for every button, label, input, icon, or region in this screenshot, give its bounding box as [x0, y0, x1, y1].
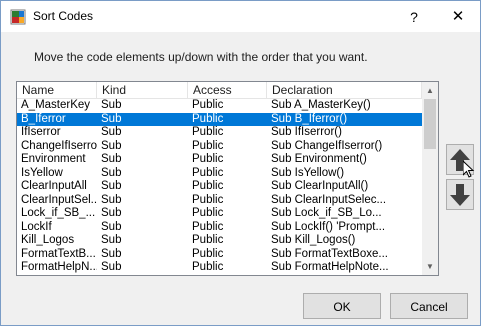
- table-row[interactable]: Kill_Logos Sub Public Sub Kill_Logos(): [17, 234, 422, 247]
- table-row[interactable]: ClearInputAll Sub Public Sub ClearInputAll(…: [17, 180, 422, 193]
- table-cell: Public: [192, 166, 224, 179]
- move-down-button[interactable]: [446, 179, 474, 210]
- window-title: Sort Codes: [33, 9, 94, 23]
- table-cell: Sub: [101, 234, 122, 246]
- list-rows: A_MasterKey Sub Public Sub A_MasterKey() B_I…: [17, 99, 422, 275]
- table-cell: Sub: [101, 180, 122, 192]
- table-cell: Public: [192, 126, 224, 138]
- table-row[interactable]: ChangeIfIserror Sub Public Sub ChangeIfIser…: [17, 140, 422, 153]
- table-cell: A_MasterKey: [21, 99, 91, 111]
- table-cell: Sub Environment(): [271, 153, 367, 165]
- table-cell: Public: [192, 234, 224, 246]
- table-cell: Lock_if_SB_...: [21, 207, 96, 219]
- table-row[interactable]: IsYellow Sub Public Sub IsYellow(): [17, 167, 422, 180]
- table-cell: Public: [192, 261, 224, 273]
- table-cell: Public: [192, 220, 224, 233]
- table-cell: Sub FormatHelpNote...: [271, 261, 389, 273]
- table-cell: Sub: [101, 153, 122, 165]
- table-cell: Sub: [101, 220, 122, 233]
- table-cell: IsYellow: [21, 166, 63, 179]
- table-row[interactable]: IfIserror Sub Public Sub IfIserror(): [17, 126, 422, 139]
- table-row[interactable]: B_Iferror Sub Public Sub B_Iferror(): [17, 112, 422, 126]
- table-cell: LockIf: [21, 220, 52, 233]
- table-cell: Public: [192, 180, 224, 192]
- column-header-access[interactable]: Access: [188, 82, 267, 99]
- close-button[interactable]: ✕: [438, 5, 478, 29]
- table-cell: Public: [192, 247, 224, 260]
- list-header: Name Kind Access Declaration: [17, 82, 422, 99]
- column-header-name[interactable]: Name: [17, 82, 97, 99]
- table-row[interactable]: FormatHelpN... Sub Public Sub FormatHelpNot…: [17, 261, 422, 274]
- table-row[interactable]: A_MasterKey Sub Public Sub A_MasterKey(): [17, 99, 422, 112]
- cancel-button[interactable]: Cancel: [390, 293, 468, 319]
- table-cell: Sub FormatTextBoxe...: [271, 247, 388, 260]
- table-cell: Sub: [101, 207, 122, 219]
- table-cell: Sub ClearInputSelec...: [271, 193, 387, 206]
- table-cell: FormatHelpN...: [21, 261, 97, 273]
- table-cell: Sub ChangeIfIserror(): [271, 139, 383, 152]
- scrollbar-thumb[interactable]: [424, 99, 436, 149]
- table-cell: IfIserror: [21, 126, 61, 138]
- table-cell: Public: [192, 207, 224, 219]
- column-header-kind[interactable]: Kind: [97, 82, 188, 99]
- column-header-declaration[interactable]: Declaration: [267, 82, 422, 99]
- table-cell: Sub: [101, 261, 122, 273]
- table-row[interactable]: Environment Sub Public Sub Environment(): [17, 153, 422, 166]
- table-cell: Sub: [101, 247, 122, 260]
- table-row[interactable]: ClearInputSel... Sub Public Sub ClearInputS…: [17, 194, 422, 207]
- table-cell: B_Iferror: [21, 112, 66, 125]
- table-cell: Sub Kill_Logos(): [271, 234, 356, 246]
- table-cell: Sub: [101, 99, 122, 111]
- table-cell: ClearInputAll: [21, 180, 87, 192]
- table-cell: Sub Lock_if_SB_Lo...: [271, 207, 382, 219]
- table-cell: Public: [192, 153, 224, 165]
- table-cell: Sub LockIf() 'Prompt...: [271, 220, 386, 233]
- scroll-down-icon[interactable]: ▼: [422, 258, 438, 275]
- table-cell: Sub IsYellow(): [271, 166, 345, 179]
- table-cell: ClearInputSel...: [21, 193, 97, 206]
- table-cell: Public: [192, 193, 224, 206]
- vertical-scrollbar[interactable]: ▲ ▼: [422, 82, 438, 275]
- table-cell: Sub: [101, 166, 122, 179]
- table-cell: Sub IfIserror(): [271, 126, 342, 138]
- table-cell: Public: [192, 99, 224, 111]
- table-cell: Sub: [101, 112, 122, 125]
- table-cell: Environment: [21, 153, 86, 165]
- table-cell: Sub B_Iferror(): [271, 112, 348, 125]
- code-elements-list[interactable]: Name Kind Access Declaration A_MasterKey…: [16, 81, 439, 276]
- table-cell: Public: [192, 139, 224, 152]
- mouse-cursor-icon: [462, 159, 475, 182]
- table-row[interactable]: FormatTextB... Sub Public Sub FormatTextBox…: [17, 248, 422, 261]
- help-button[interactable]: ?: [399, 5, 429, 29]
- table-cell: Kill_Logos: [21, 234, 75, 246]
- table-cell: Sub: [101, 126, 122, 138]
- scroll-up-icon[interactable]: ▲: [422, 82, 438, 99]
- table-cell: Public: [192, 112, 224, 125]
- title-bar: Sort Codes ? ✕: [1, 1, 480, 32]
- table-cell: FormatTextB...: [21, 247, 96, 260]
- table-cell: Sub: [101, 139, 122, 152]
- vba-app-icon: [10, 9, 26, 25]
- table-cell: Sub ClearInputAll(): [271, 180, 369, 192]
- ok-button[interactable]: OK: [303, 293, 381, 319]
- sort-codes-dialog: Sort Codes ? ✕ Move the code elements up…: [0, 0, 481, 326]
- instruction-text: Move the code elements up/down with the …: [34, 50, 368, 64]
- table-cell: Sub A_MasterKey(): [271, 99, 371, 111]
- table-cell: Sub: [101, 193, 122, 206]
- table-row[interactable]: Lock_if_SB_... Sub Public Sub Lock_if_SB_Lo…: [17, 207, 422, 220]
- table-cell: ChangeIfIserror: [21, 139, 97, 152]
- table-row[interactable]: LockIf Sub Public Sub LockIf() 'Prompt...: [17, 221, 422, 234]
